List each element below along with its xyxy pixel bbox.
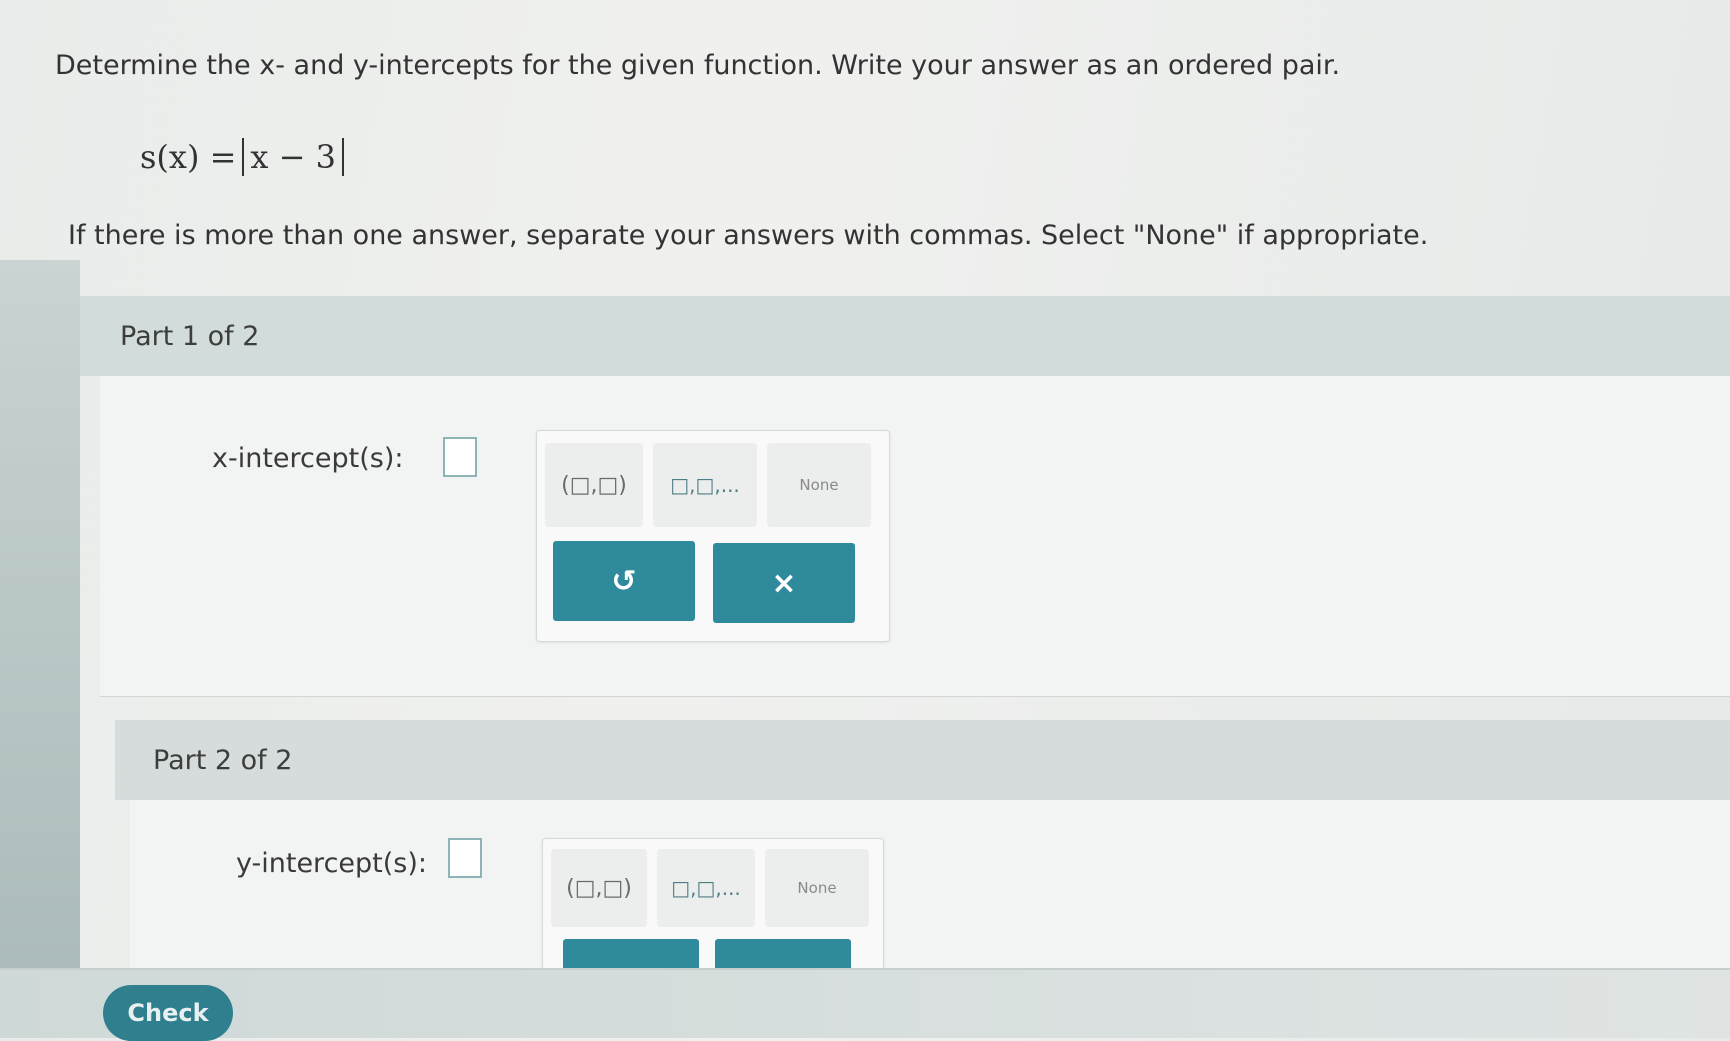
part1-body bbox=[100, 376, 1730, 697]
check-button[interactable]: Check bbox=[103, 985, 233, 1041]
part1-title: Part 1 of 2 bbox=[120, 320, 260, 352]
list-key[interactable]: □,□,... bbox=[653, 443, 757, 527]
left-sidebar-strip bbox=[0, 260, 80, 1038]
undo-button-partial[interactable] bbox=[563, 939, 699, 969]
footer-bar bbox=[0, 970, 1730, 1038]
clear-button-partial[interactable] bbox=[715, 939, 851, 969]
function-lhs: s(x) = bbox=[140, 138, 237, 176]
problem-prompt: Determine the x- and y-intercepts for th… bbox=[55, 50, 1341, 81]
x-intercept-keypad: (□,□) □,□,... None ↺ × bbox=[536, 430, 890, 642]
function-formula: s(x) = x − 3 bbox=[140, 138, 344, 176]
ordered-pair-key[interactable]: (□,□) bbox=[545, 443, 643, 527]
x-intercept-input[interactable] bbox=[443, 437, 477, 477]
function-abs-expression: x − 3 bbox=[242, 138, 344, 176]
none-key[interactable]: None bbox=[765, 849, 869, 927]
y-intercept-input[interactable] bbox=[448, 838, 482, 878]
part2-header: Part 2 of 2 bbox=[115, 720, 1730, 800]
part1-header: Part 1 of 2 bbox=[80, 296, 1730, 376]
list-key[interactable]: □,□,... bbox=[657, 849, 755, 927]
part2-body bbox=[130, 800, 1730, 970]
undo-button[interactable]: ↺ bbox=[553, 541, 695, 621]
clear-button[interactable]: × bbox=[713, 543, 855, 623]
ordered-pair-key[interactable]: (□,□) bbox=[551, 849, 647, 927]
y-intercept-keypad: (□,□) □,□,... None bbox=[542, 838, 884, 970]
part2-title: Part 2 of 2 bbox=[153, 744, 293, 776]
problem-instruction: If there is more than one answer, separa… bbox=[68, 220, 1429, 251]
y-intercept-label: y-intercept(s): bbox=[236, 848, 427, 879]
none-key[interactable]: None bbox=[767, 443, 871, 527]
x-intercept-label: x-intercept(s): bbox=[212, 443, 404, 474]
